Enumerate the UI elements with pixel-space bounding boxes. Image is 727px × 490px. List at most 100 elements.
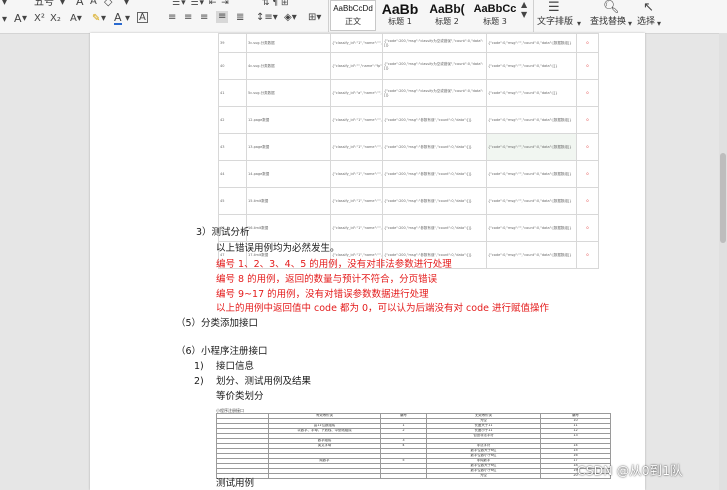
shading-icon[interactable]: ◈▾ <box>284 12 297 24</box>
distribute-icon[interactable]: ≣ <box>236 12 244 24</box>
style-heading-2[interactable]: AaBb( 标题 2 <box>424 0 470 31</box>
search-icon[interactable]: 🔍︎ <box>603 0 620 15</box>
font-name-dropdown-icon[interactable]: ▾ <box>2 0 7 9</box>
table-row: 44 14.page数据 {"classify_id":"1","name":"",… <box>218 160 599 188</box>
table-cell-actual: {"code":0,"msg":"","count":0,"data":[数据数… <box>486 214 577 242</box>
chevron-down-icon[interactable]: ▾ <box>124 0 129 9</box>
paragraph-red: 以上的用例中返回值中 code 都为 0，可以认为后端没有对 code 进行赋值… <box>216 303 549 314</box>
table-cell-id: 44 <box>218 160 247 188</box>
highlight-icon[interactable]: ✎ <box>92 13 100 25</box>
text-color-icon[interactable]: A <box>114 12 122 25</box>
table-row: 39 3c.sug.分类数据 {"classify_id":"1","name":"… <box>218 33 599 53</box>
superscript-icon[interactable]: X² <box>34 13 45 25</box>
table-cell-name: 16.limit数据 <box>246 214 331 242</box>
align-center-icon[interactable]: ≡ <box>184 12 192 24</box>
paragraph: 以上错误用例均为必然发生。 <box>216 243 340 254</box>
gallery-scroll-down-icon[interactable]: ▼ <box>521 10 527 19</box>
underline-icon[interactable]: ▾ <box>2 14 7 26</box>
table-cell-request: {"classify_id":"1","name":"","type":"1",… <box>330 106 383 134</box>
chevron-down-icon[interactable]: ▾ <box>60 0 65 9</box>
grow-font-icon[interactable]: A <box>76 0 84 8</box>
table-cell-name: 13.page数据 <box>246 133 331 161</box>
table-cell-actual: {"code":0,"msg":"","count":0,"data":[数据数… <box>486 187 577 215</box>
table-cell-actual: {"code":0,"msg":"","count":0,"data":[数据数… <box>486 241 577 269</box>
subheading: 测试用例 <box>216 478 255 489</box>
table-cell-expected: {"code":200,"msg":"参数有误","count":0,"data… <box>382 187 487 215</box>
vertical-scrollbar[interactable] <box>719 33 727 490</box>
text-layout-icon[interactable]: ☰ <box>548 0 560 15</box>
chevron-down-icon[interactable]: ▾ <box>22 13 27 25</box>
table-cell-name: 4c.sug.分类数据 <box>246 52 331 80</box>
chevron-down-icon[interactable]: ▾ <box>125 13 130 25</box>
table-cell-result: 0 <box>576 241 599 269</box>
style-normal[interactable]: AaBbCcDd 正文 <box>330 0 376 31</box>
table-row: 为空 20 <box>216 473 611 479</box>
table-cell-result: 0 <box>576 160 599 188</box>
subscript-icon[interactable]: X₂ <box>50 13 61 25</box>
strikethrough-icon[interactable]: A <box>14 13 22 25</box>
table-cell-expected: {"code":200,"msg":"classify为空或错误","count… <box>382 79 487 107</box>
subheading: 等价类划分 <box>216 391 264 402</box>
table-cell-actual: {"code":0,"msg":"","count":0,"data":[数据数… <box>486 33 577 53</box>
table-cell-expected: {"code":200,"msg":"参数有误","count":0,"data… <box>382 106 487 134</box>
chevron-down-icon[interactable]: ▾ <box>577 18 581 30</box>
char-border-icon[interactable]: A <box>137 12 148 23</box>
table-row: 45 15.limit数据 {"classify_id":"1","name":""… <box>218 187 599 215</box>
table-cell-request: {"classify_id":"1","name":"","type":"1",… <box>330 187 383 215</box>
document-page[interactable]: 39 3c.sug.分类数据 {"classify_id":"1","name":"… <box>90 33 645 490</box>
section-heading: （5）分类添加接口 <box>176 318 259 329</box>
equivalence-class-table: 有效等价类 编号 无效等价类 编号 为空 10 由11位数组成 1 长度大于11 11 以数字、字母… <box>216 413 611 479</box>
table-row: 42 12.page数据 {"classify_id":"1","name":"",… <box>218 106 599 134</box>
table-cell-request: {"classify_id":"","name":"fp","type":"1"… <box>330 52 383 80</box>
list-item: 接口信息 <box>216 361 255 372</box>
table-cell-id: 41 <box>218 79 247 107</box>
table-cell-result: 0 <box>576 214 599 242</box>
table-cell-expected: {"code":200,"msg":"classify为空或错误","count… <box>382 52 487 80</box>
watermark: CSDN @从0到1队 <box>577 463 683 478</box>
cursor-arrow-icon[interactable]: ↖ <box>643 0 654 15</box>
table-cell-id: 42 <box>218 106 247 134</box>
line-spacing-icon[interactable]: ↕≡▾ <box>256 12 278 24</box>
section-heading: 3）测试分析 <box>196 227 250 238</box>
table-cell-expected: {"code":200,"msg":"参数有误","count":0,"data… <box>382 133 487 161</box>
bullet-list-icon[interactable]: ☰▾ ☰▾ ⇤ ⇥ <box>172 0 230 9</box>
style-heading-3[interactable]: AaBbCc 标题 3 <box>471 0 519 31</box>
align-left-icon[interactable]: ≡ <box>168 12 176 24</box>
style-heading-1[interactable]: AaBb 标题 1 <box>377 0 423 31</box>
text-layout-button[interactable]: 文字排版 <box>537 17 573 28</box>
table-row: 46 16.limit数据 {"classify_id":"1","name":""… <box>218 214 599 242</box>
justify-icon[interactable]: ≡ <box>216 11 229 23</box>
borders-icon[interactable]: ⊞▾ <box>308 12 321 24</box>
chevron-down-icon[interactable]: ▾ <box>101 13 106 25</box>
table-cell-name: 3c.sug.分类数据 <box>246 33 331 53</box>
table-row: 40 4c.sug.分类数据 {"classify_id":"","name":"f… <box>218 52 599 80</box>
gallery-scroll-up-icon[interactable]: ▲ <box>521 0 527 9</box>
table-cell <box>268 473 381 479</box>
ribbon-toolbar: ▾ 五号 ▾ A A ◇ ▾ ☰▾ ☰▾ ⇤ ⇥ ⇅ ¶ ⊞ ▾ A ▾ X² … <box>0 0 727 34</box>
list-item: 划分、测试用例及结果 <box>216 376 312 387</box>
table-cell-actual: {"code":0,"msg":"","count":0,"data":[数据数… <box>486 106 577 134</box>
table-cell-name: 15.limit数据 <box>246 187 331 215</box>
paragraph-red: 编号 9~17 的用例，没有对错误参数数据进行处理 <box>216 289 429 300</box>
font-color-icon[interactable]: A▾ <box>70 13 82 25</box>
align-right-icon[interactable]: ≡ <box>200 12 208 24</box>
table-cell-expected: {"code":200,"msg":"classify为空或错误","count… <box>382 33 487 53</box>
table-cell-name: 12.page数据 <box>246 106 331 134</box>
paragraph-red: 编号 8 的用例，返回的数量与预计不符合，分页错误 <box>216 274 438 285</box>
shrink-font-icon[interactable]: A <box>90 0 97 8</box>
table-cell-actual: {"code":0,"msg":"","count":0,"data":[]} <box>486 79 577 107</box>
scrollbar-thumb[interactable] <box>720 153 726 243</box>
table-cell-request: {"classify_id":"a","name":"","type":"1",… <box>330 79 383 107</box>
chevron-down-icon[interactable]: ▾ <box>628 18 632 30</box>
sort-icon[interactable]: ⇅ ¶ ⊞ <box>262 0 289 9</box>
table-cell-expected: {"code":200,"msg":"参数有误","count":0,"data… <box>382 160 487 188</box>
chevron-down-icon[interactable]: ▾ <box>657 18 661 30</box>
find-replace-button[interactable]: 查找替换 <box>590 17 626 28</box>
table-cell-request: {"classify_id":"1","name":"","type":"1",… <box>330 160 383 188</box>
table-cell <box>380 473 427 479</box>
table-cell-actual: {"code":0,"msg":"","count":0,"data":[]} <box>486 52 577 80</box>
table-cell-id: 39 <box>218 33 247 53</box>
select-button[interactable]: 选择 <box>637 17 655 28</box>
clear-format-icon[interactable]: ◇ <box>104 0 112 8</box>
font-size-select[interactable]: 五号 <box>34 0 54 9</box>
